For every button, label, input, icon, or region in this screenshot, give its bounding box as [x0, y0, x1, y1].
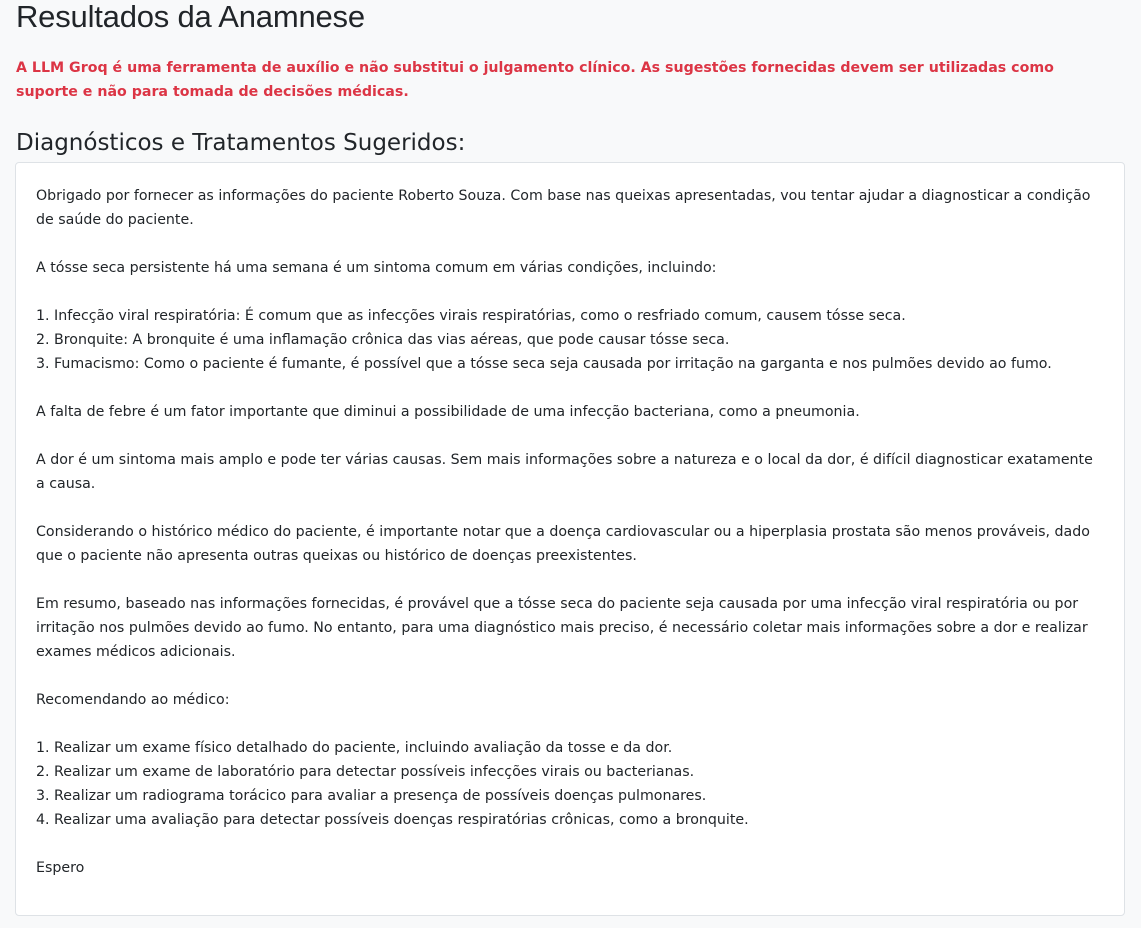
- condition-item: 2. Bronquite: A bronquite é uma inflamaç…: [36, 332, 730, 348]
- anamnese-results-page: Resultados da Anamnese A LLM Groq é uma …: [0, 0, 1141, 928]
- result-intro: Obrigado por fornecer as informações do …: [36, 188, 1091, 228]
- history-note: Considerando o histórico médico do pacie…: [36, 524, 1090, 564]
- section-title: Diagnósticos e Tratamentos Sugeridos:: [16, 130, 466, 156]
- summary-paragraph: Em resumo, baseado nas informações forne…: [36, 596, 1088, 660]
- recommendation-item: 3. Realizar um radiograma torácico para …: [36, 788, 707, 804]
- pain-note: A dor é um sintoma mais amplo e pode ter…: [36, 452, 1093, 492]
- diagnosis-result-card: Obrigado por fornecer as informações do …: [15, 162, 1125, 916]
- recommendation-item: 4. Realizar uma avaliação para detectar …: [36, 812, 749, 828]
- disclaimer-warning: A LLM Groq é uma ferramenta de auxílio e…: [16, 60, 1054, 100]
- condition-item: 3. Fumacismo: Como o paciente é fumante,…: [36, 356, 1052, 372]
- page-title: Resultados da Anamnese: [16, 0, 365, 34]
- recommendation-item: 1. Realizar um exame físico detalhado do…: [36, 740, 673, 756]
- symptom-intro: A tósse seca persistente há uma semana é…: [36, 260, 717, 276]
- condition-item: 1. Infecção viral respiratória: É comum …: [36, 308, 906, 324]
- recommendation-item: 2. Realizar um exame de laboratório para…: [36, 764, 695, 780]
- diagnosis-result-text: Obrigado por fornecer as informações do …: [36, 184, 1104, 880]
- conditions-list: 1. Infecção viral respiratória: É comum …: [36, 304, 1104, 376]
- recommendations-intro: Recomendando ao médico:: [36, 692, 230, 708]
- recommendations-list: 1. Realizar um exame físico detalhado do…: [36, 736, 1104, 832]
- closing-text: Espero: [36, 860, 85, 876]
- fever-note: A falta de febre é um fator importante q…: [36, 404, 860, 420]
